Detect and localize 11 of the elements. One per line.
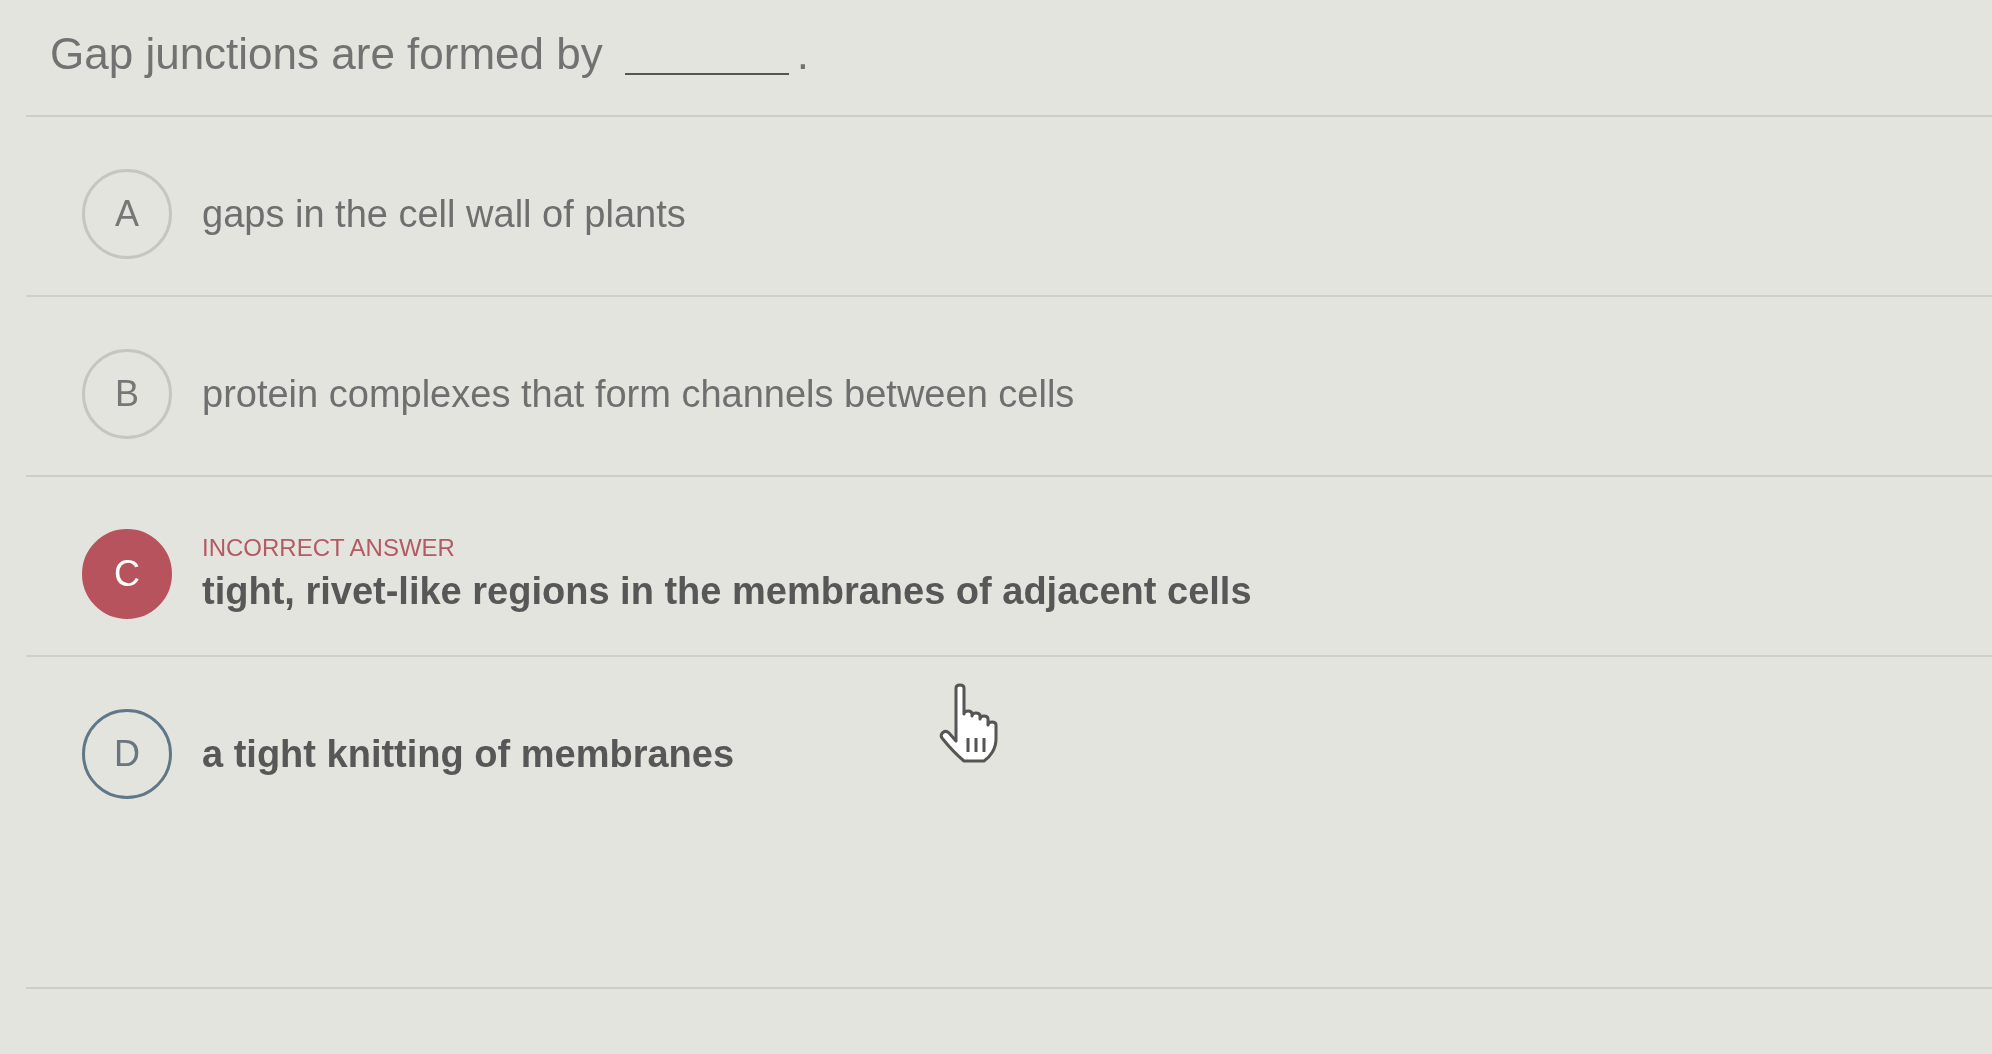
question-text: Gap junctions are formed by — [50, 28, 603, 80]
feedback-label: INCORRECT ANSWER — [202, 534, 456, 562]
option-text: gaps in the cell wall of plants — [202, 192, 686, 237]
choice-letter-button[interactable]: A — [82, 169, 172, 259]
choice-letter-button[interactable]: D — [82, 709, 172, 799]
period-text: . — [796, 28, 809, 80]
option-text: protein complexes that form channels between cells — [202, 372, 1075, 417]
choice-letter-button[interactable]: C — [82, 529, 172, 619]
option-text: tight, rivet-like regions in the membranes of adjacent cells — [202, 569, 1252, 614]
option-text: a tight knitting of membranes — [202, 732, 735, 777]
choice-letter-button[interactable]: B — [82, 349, 172, 439]
